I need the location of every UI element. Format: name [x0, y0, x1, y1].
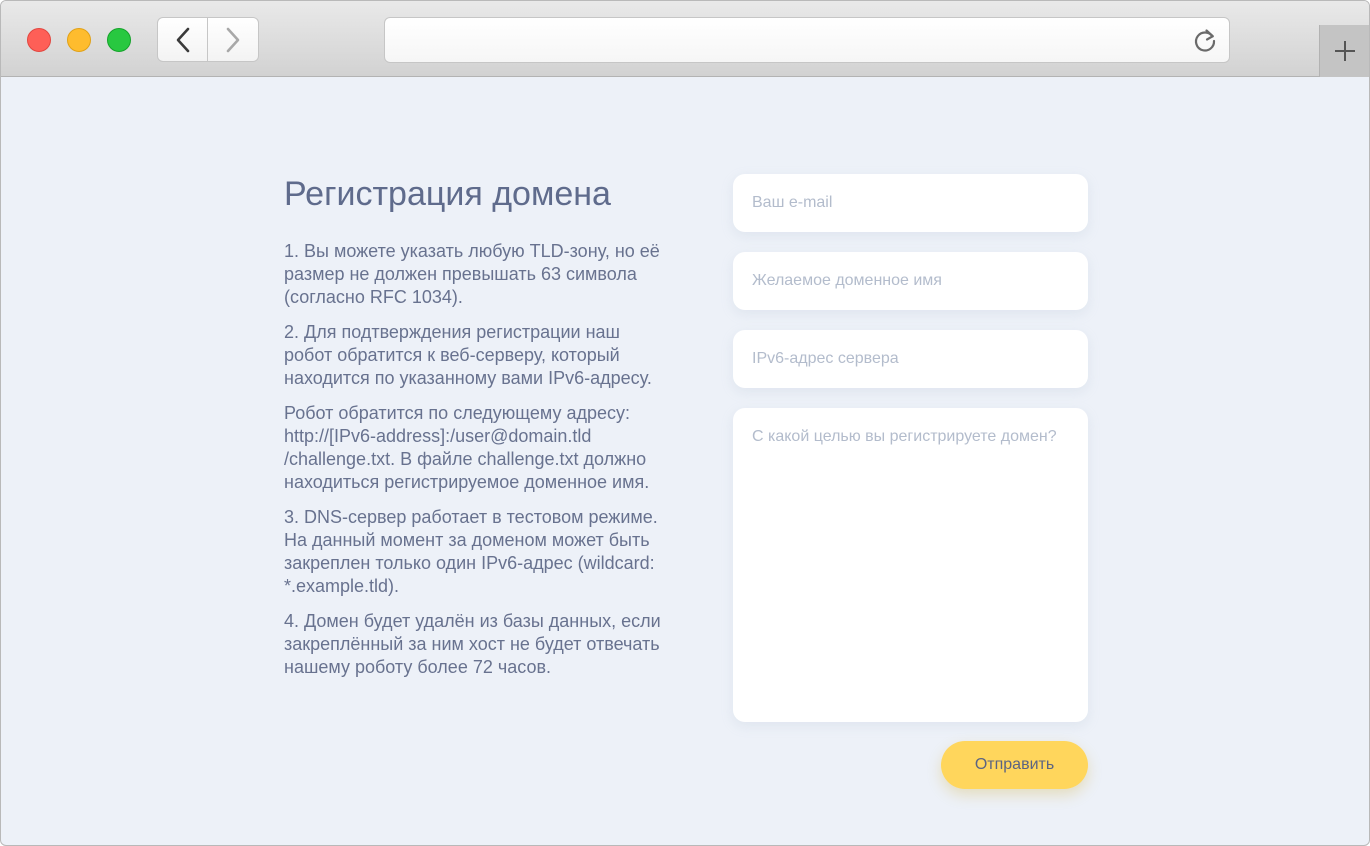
- new-tab-button[interactable]: [1319, 25, 1369, 77]
- email-field-wrapper: [733, 174, 1088, 232]
- browser-toolbar: [1, 1, 1369, 77]
- info-column: Регистрация домена 1. Вы можете указать …: [284, 174, 664, 691]
- info-paragraph: 3. DNS-сервер работает в тестовом режиме…: [284, 507, 658, 596]
- page-title: Регистрация домена: [284, 175, 611, 213]
- info-paragraph: Робот обратится по следующему адресу: ht…: [284, 403, 650, 492]
- submit-button[interactable]: Отправить: [941, 741, 1088, 789]
- domain-name-field[interactable]: [733, 252, 1088, 310]
- minimize-window-button[interactable]: [67, 28, 91, 52]
- registration-form: Отправить: [733, 174, 1088, 789]
- info-paragraph: 2. Для подтверждения регистрации наш роб…: [284, 322, 652, 388]
- reload-icon[interactable]: [1191, 27, 1219, 55]
- purpose-textarea[interactable]: [733, 408, 1088, 722]
- back-button[interactable]: [157, 17, 208, 62]
- info-paragraph: 4. Домен будет удалён из базы данных, ес…: [284, 611, 661, 677]
- plus-icon: [1334, 41, 1355, 61]
- ipv6-address-field[interactable]: [733, 330, 1088, 388]
- chevron-right-icon: [226, 27, 240, 52]
- info-paragraph: 1. Вы можете указать любую TLD-зону, но …: [284, 241, 660, 307]
- chevron-left-icon: [176, 27, 189, 52]
- close-window-button[interactable]: [27, 28, 51, 52]
- purpose-field-wrapper: [733, 408, 1088, 722]
- domain-field-wrapper: [733, 252, 1088, 310]
- address-bar[interactable]: [384, 17, 1230, 63]
- browser-window: Регистрация домена 1. Вы можете указать …: [0, 0, 1370, 846]
- forward-button[interactable]: [208, 17, 259, 62]
- ipv6-field-wrapper: [733, 330, 1088, 388]
- page-content: Регистрация домена 1. Вы можете указать …: [1, 78, 1369, 845]
- zoom-window-button[interactable]: [107, 28, 131, 52]
- email-field[interactable]: [733, 174, 1088, 232]
